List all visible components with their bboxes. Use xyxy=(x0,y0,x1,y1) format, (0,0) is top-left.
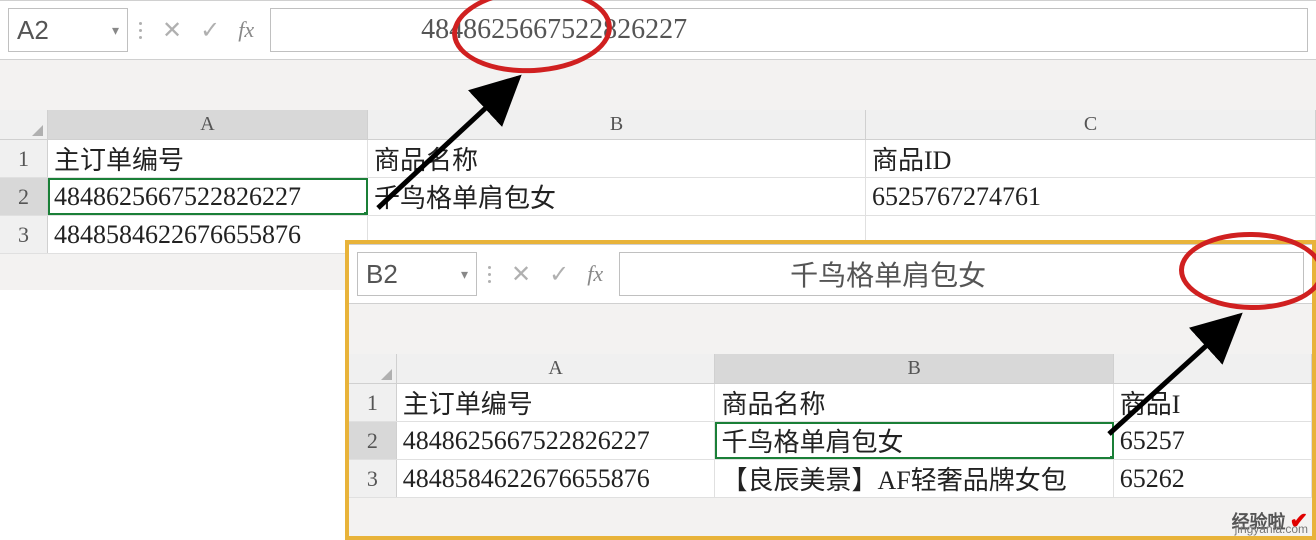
cell-A1[interactable]: 主订单编号 xyxy=(397,384,716,421)
row-header[interactable]: 2 xyxy=(349,422,397,459)
formula-bar-buttons: ✕ ✓ fx xyxy=(501,260,613,289)
row-header[interactable]: 3 xyxy=(349,460,397,497)
cell-C1[interactable]: 商品I xyxy=(1114,384,1312,421)
name-box-dropdown-icon[interactable]: ▾ xyxy=(461,266,468,283)
cell-B3[interactable]: 【良辰美景】AF轻奢品牌女包 xyxy=(715,460,1113,497)
cancel-icon[interactable]: ✕ xyxy=(511,260,531,289)
cell-A1[interactable]: 主订单编号 xyxy=(48,140,368,177)
name-box[interactable]: A2 ▾ xyxy=(8,8,128,52)
fx-icon[interactable]: fx xyxy=(587,261,603,287)
table-row: 3 4848584622676655876 【良辰美景】AF轻奢品牌女包 652… xyxy=(349,460,1312,498)
cell-A3[interactable]: 4848584622676655876 xyxy=(48,216,368,253)
enter-icon[interactable]: ✓ xyxy=(200,16,220,45)
fx-icon[interactable]: fx xyxy=(238,17,254,43)
divider-icon xyxy=(134,22,146,39)
col-header-A[interactable]: A xyxy=(397,354,716,383)
name-box[interactable]: B2 ▾ xyxy=(357,252,477,296)
cell-C2[interactable]: 65257 xyxy=(1114,422,1312,459)
cell-C2[interactable]: 6525767274761 xyxy=(866,178,1316,215)
excel-window-2: B2 ▾ ✕ ✓ fx 千鸟格单肩包女 A B 1 主订单编号 商品名称 商品I… xyxy=(345,240,1316,540)
formula-bar-input[interactable]: 4848625667522826227 xyxy=(270,8,1308,52)
col-header-A[interactable]: A xyxy=(48,110,368,139)
cell-B1[interactable]: 商品名称 xyxy=(715,384,1113,421)
table-row: 1 主订单编号 商品名称 商品ID xyxy=(0,140,1316,178)
divider-icon xyxy=(483,266,495,283)
cell-A3[interactable]: 4848584622676655876 xyxy=(397,460,716,497)
table-row: 2 4848625667522826227 千鸟格单肩包女 65257 xyxy=(349,422,1312,460)
col-header-C[interactable]: C xyxy=(866,110,1316,139)
name-box-value: A2 xyxy=(17,15,49,46)
column-headers: A B xyxy=(349,354,1312,384)
column-headers: A B C xyxy=(0,110,1316,140)
formula-bar-buttons: ✕ ✓ fx xyxy=(152,16,264,45)
grid: A B 1 主订单编号 商品名称 商品I 2 48486256675228262… xyxy=(349,354,1312,498)
select-all-corner[interactable] xyxy=(0,110,48,139)
watermark: 经验啦 ✔ jingyanla.com xyxy=(1232,508,1308,534)
cell-C3[interactable]: 65262 xyxy=(1114,460,1312,497)
cell-B1[interactable]: 商品名称 xyxy=(368,140,866,177)
grid: A B C 1 主订单编号 商品名称 商品ID 2 48486256675228… xyxy=(0,110,1316,254)
name-box-dropdown-icon[interactable]: ▾ xyxy=(112,22,119,39)
col-header-B[interactable]: B xyxy=(715,354,1113,383)
enter-icon[interactable]: ✓ xyxy=(549,260,569,289)
name-box-value: B2 xyxy=(366,259,398,290)
row-header[interactable]: 2 xyxy=(0,178,48,215)
table-row: 2 4848625667522826227 千鸟格单肩包女 6525767274… xyxy=(0,178,1316,216)
col-header-B[interactable]: B xyxy=(368,110,866,139)
cell-B2[interactable]: 千鸟格单肩包女 xyxy=(368,178,866,215)
cancel-icon[interactable]: ✕ xyxy=(162,16,182,45)
cell-A2-selected[interactable]: 4848625667522826227 xyxy=(48,178,368,215)
cell-B2-selected[interactable]: 千鸟格单肩包女 xyxy=(715,422,1113,459)
formula-bar: B2 ▾ ✕ ✓ fx 千鸟格单肩包女 xyxy=(349,244,1312,304)
watermark-en: jingyanla.com xyxy=(1235,522,1308,536)
row-header[interactable]: 1 xyxy=(349,384,397,421)
formula-value: 千鸟格单肩包女 xyxy=(790,254,986,294)
table-row: 1 主订单编号 商品名称 商品I xyxy=(349,384,1312,422)
formula-bar-input[interactable]: 千鸟格单肩包女 xyxy=(619,252,1304,296)
select-all-corner[interactable] xyxy=(349,354,397,383)
formula-value: 4848625667522826227 xyxy=(421,14,687,46)
row-header[interactable]: 3 xyxy=(0,216,48,253)
cell-C1[interactable]: 商品ID xyxy=(866,140,1316,177)
col-header-C-partial[interactable] xyxy=(1114,354,1312,383)
row-header[interactable]: 1 xyxy=(0,140,48,177)
formula-bar: A2 ▾ ✕ ✓ fx 4848625667522826227 xyxy=(0,0,1316,60)
cell-A2[interactable]: 4848625667522826227 xyxy=(397,422,716,459)
